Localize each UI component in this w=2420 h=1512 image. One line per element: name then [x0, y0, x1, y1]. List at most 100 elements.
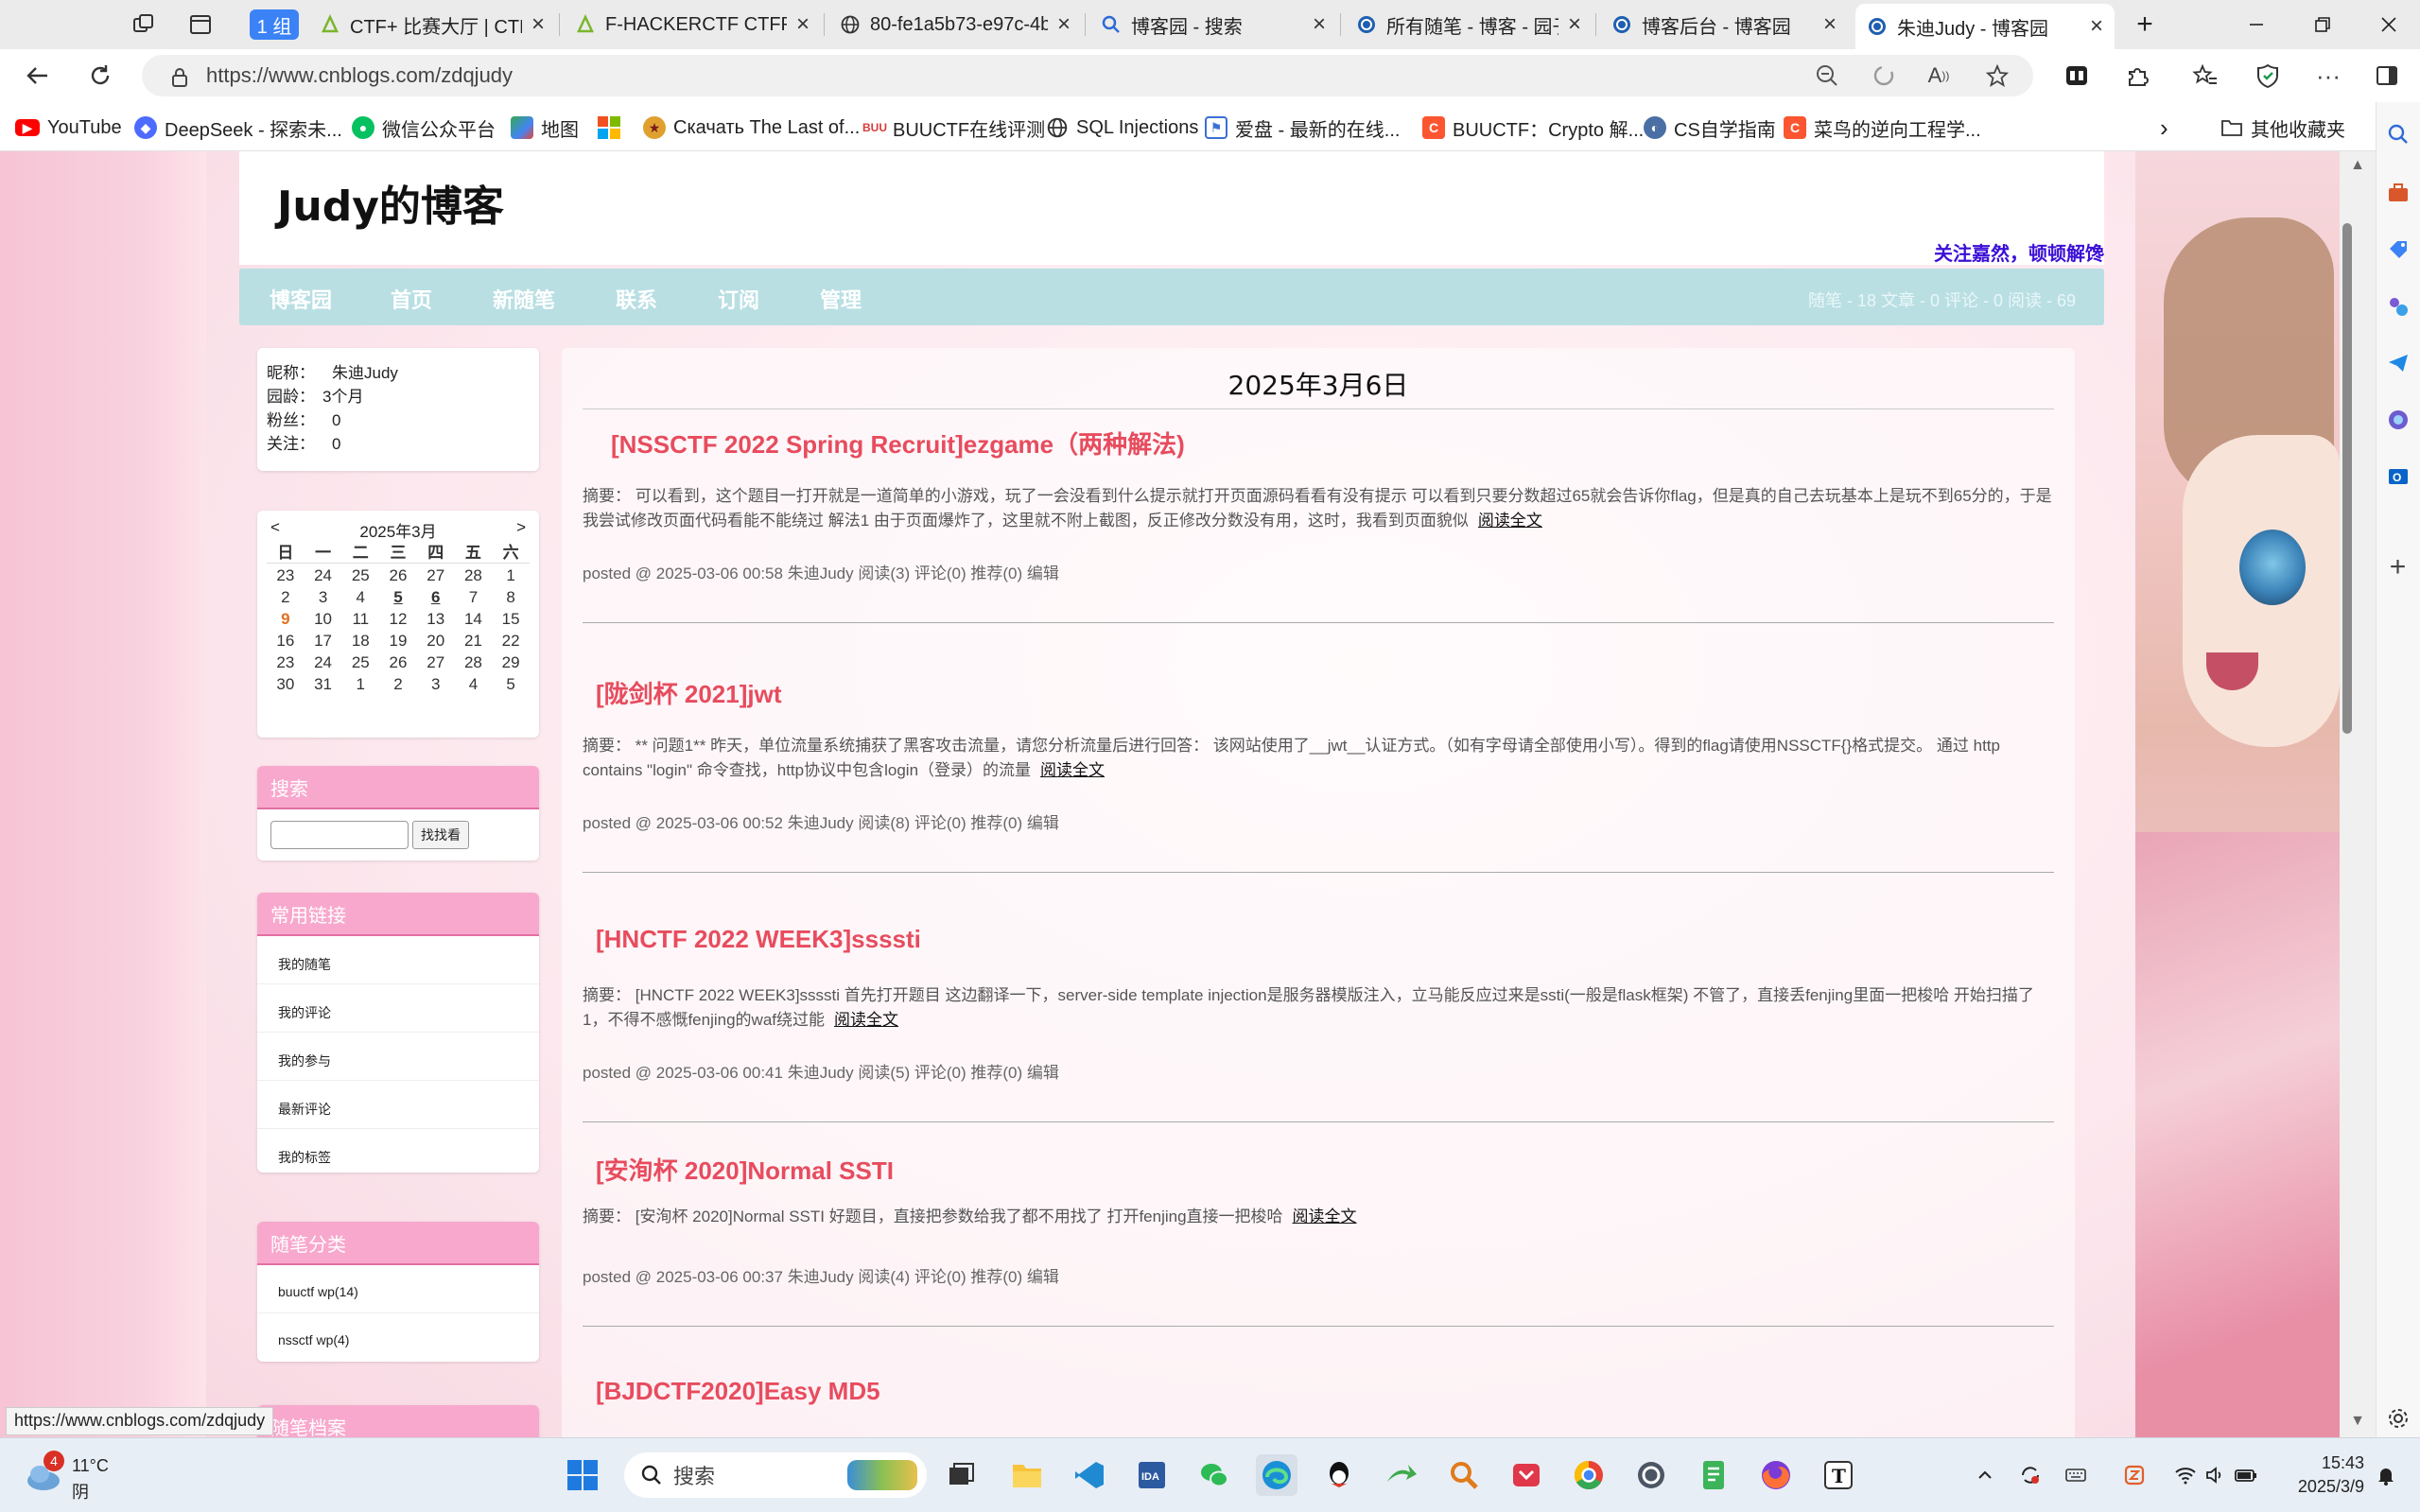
green-arrow-app-icon[interactable]: [1381, 1454, 1422, 1496]
favorite-star-icon[interactable]: [1980, 59, 2014, 93]
bookmark-map[interactable]: 地图: [511, 113, 579, 142]
notification-bell-icon[interactable]: [2370, 1454, 2402, 1496]
tab-ctfplus-lobby[interactable]: CTF+ 比赛大厅 | CTF+ ×: [308, 6, 556, 43]
tray-sync-icon[interactable]: [2014, 1454, 2046, 1496]
send-telegram-icon[interactable]: [2376, 342, 2420, 384]
read-aloud-icon[interactable]: A)): [1922, 59, 1956, 93]
new-tab-icon[interactable]: +: [2126, 9, 2164, 40]
other-bookmarks-folder[interactable]: 其他收藏夹: [2220, 113, 2345, 142]
volume-icon[interactable]: [2200, 1454, 2232, 1496]
close-tab-icon[interactable]: ×: [2090, 13, 2103, 40]
tab-cnblogs-search[interactable]: 博客园 - 搜索 ×: [1089, 6, 1337, 43]
tab-all-posts[interactable]: 所有随笔 - 博客 - 园子 ×: [1345, 6, 1593, 43]
bookmark-cs-guide[interactable]: ◐ CS自学指南: [1644, 113, 1776, 142]
games-icon[interactable]: [2376, 286, 2420, 327]
taskbar-search-box[interactable]: 搜索: [624, 1452, 927, 1498]
tab-fhackerctf[interactable]: F-HACKERCTF CTFPlus ×: [564, 6, 821, 43]
close-tab-icon[interactable]: ×: [531, 11, 545, 38]
bookmark-reverse-engineering[interactable]: C 菜鸟的逆向工程学...: [1784, 113, 1981, 142]
file-explorer-icon[interactable]: [1006, 1454, 1048, 1496]
address-bar[interactable]: https://www.cnblogs.com/zdqjudy: [142, 55, 2033, 96]
extensions-icon[interactable]: [2120, 59, 2154, 93]
nav-cnblogs[interactable]: 博客园: [270, 284, 332, 314]
close-tab-icon[interactable]: ×: [1823, 11, 1837, 38]
battery-icon[interactable]: [2230, 1454, 2262, 1496]
firefox-icon[interactable]: [1755, 1454, 1797, 1496]
scroll-up-arrow-icon[interactable]: ▲: [2340, 157, 2376, 180]
tab-group-chip[interactable]: 1 组: [250, 9, 299, 40]
green-editor-app-icon[interactable]: [1693, 1454, 1734, 1496]
link-latest-comments[interactable]: 最新评论: [278, 1100, 331, 1119]
post-title-link[interactable]: [陇剑杯 2021]jwt: [596, 675, 782, 710]
bookmark-buuctf[interactable]: BUU BUUCTF在线评测: [862, 113, 1045, 142]
qq-icon[interactable]: [1318, 1454, 1360, 1496]
nav-new-post[interactable]: 新随笔: [493, 284, 555, 314]
shopping-tag-icon[interactable]: [2376, 229, 2420, 270]
back-icon[interactable]: [21, 59, 55, 93]
tab-challenge-instance[interactable]: 80-fe1a5b73-e97c-4b1 ×: [828, 6, 1082, 43]
post-footer[interactable]: posted @ 2025-03-06 00:41 朱迪Judy 阅读(5) 评…: [583, 1059, 1059, 1083]
edge-browser-icon[interactable]: [1256, 1454, 1297, 1496]
close-tab-icon[interactable]: ×: [1313, 11, 1326, 38]
nav-subscribe[interactable]: 订阅: [718, 284, 759, 314]
post-footer[interactable]: posted @ 2025-03-06 00:58 朱迪Judy 阅读(3) 评…: [583, 560, 1059, 583]
profile-nickname-link[interactable]: 朱迪Judy: [332, 364, 398, 382]
immersive-reader-icon[interactable]: [2060, 59, 2094, 93]
chrome-icon[interactable]: [1568, 1454, 1610, 1496]
more-menu-icon[interactable]: ···: [2311, 59, 2345, 93]
vertical-scrollbar-thumb[interactable]: [2342, 223, 2352, 734]
bookmark-deepseek[interactable]: ◆ DeepSeek - 探索未...: [134, 113, 342, 142]
page-reload-shield-icon[interactable]: [1867, 59, 1901, 93]
vertical-tabs-icon[interactable]: [182, 8, 219, 42]
close-window-icon[interactable]: [2370, 9, 2408, 40]
close-tab-icon[interactable]: ×: [1568, 11, 1581, 38]
outlook-icon[interactable]: O: [2376, 456, 2420, 497]
everything-search-icon[interactable]: [1443, 1454, 1485, 1496]
steam-like-app-icon[interactable]: [1630, 1454, 1672, 1496]
read-more-link[interactable]: 阅读全文: [1040, 761, 1105, 779]
bookmarks-overflow-chevron-icon[interactable]: ›: [2160, 113, 2168, 142]
zoom-out-icon[interactable]: [1810, 59, 1844, 93]
start-windows-icon[interactable]: [562, 1454, 603, 1496]
bookmark-windows[interactable]: [598, 113, 620, 142]
post-title-link[interactable]: [HNCTF 2022 WEEK3]ssssti: [596, 925, 921, 954]
post-footer[interactable]: posted @ 2025-03-06 00:52 朱迪Judy 阅读(8) 评…: [583, 809, 1059, 833]
bookmark-buuctf-crypto[interactable]: C BUUCTF：Crypto 解...: [1422, 113, 1644, 142]
pocket-app-icon[interactable]: [1506, 1454, 1547, 1496]
calendar-next-month[interactable]: >: [516, 518, 526, 537]
bookmark-aipan[interactable]: ⚑ 爱盘 - 最新的在线...: [1205, 113, 1400, 142]
link-my-comments[interactable]: 我的评论: [278, 1003, 331, 1022]
blog-search-button[interactable]: 找找看: [412, 821, 469, 849]
link-my-participation[interactable]: 我的参与: [278, 1051, 331, 1070]
refresh-icon[interactable]: [83, 59, 117, 93]
lock-icon[interactable]: [163, 61, 197, 95]
link-my-tags[interactable]: 我的标签: [278, 1148, 331, 1167]
scroll-down-arrow-icon[interactable]: ▼: [2340, 1413, 2376, 1435]
calendar-day[interactable]: 5: [379, 588, 417, 607]
blog-title[interactable]: Judy的博客: [277, 172, 504, 233]
post-footer[interactable]: posted @ 2025-03-06 00:37 朱迪Judy 阅读(4) 评…: [583, 1263, 1059, 1287]
nav-manage[interactable]: 管理: [820, 284, 862, 314]
nav-contact[interactable]: 联系: [616, 284, 657, 314]
taskbar-clock[interactable]: 15:43 2025/3/9: [2289, 1451, 2364, 1499]
bookmark-download-site[interactable]: ★ Скачать The Last of...: [643, 113, 860, 142]
read-more-link[interactable]: 阅读全文: [1478, 512, 1542, 530]
read-more-link[interactable]: 阅读全文: [834, 1011, 898, 1029]
tools-briefcase-icon[interactable]: [2376, 172, 2420, 214]
sidebar-toggle-icon[interactable]: [2370, 59, 2404, 93]
post-title-link[interactable]: [BJDCTF2020]Easy MD5: [596, 1377, 880, 1406]
weather-widget[interactable]: 4 11°C 阴: [25, 1451, 157, 1503]
nav-home[interactable]: 首页: [391, 284, 432, 314]
tray-overflow-chevron-icon[interactable]: [1969, 1454, 2001, 1496]
category-buuctf-wp[interactable]: buuctf wp(14): [278, 1284, 358, 1299]
tray-ime-icon[interactable]: [2060, 1454, 2092, 1496]
bookmark-sql-injections[interactable]: SQL Injections: [1046, 113, 1198, 142]
profile-fans-link[interactable]: 0: [332, 411, 340, 429]
vscode-icon[interactable]: [1069, 1454, 1110, 1496]
tray-app-red-icon[interactable]: [2118, 1454, 2150, 1496]
bookmark-wechat-mp[interactable]: ● 微信公众平台: [352, 113, 496, 142]
category-nssctf-wp[interactable]: nssctf wp(4): [278, 1332, 349, 1347]
blog-search-input[interactable]: [270, 821, 409, 849]
wechat-icon[interactable]: [1193, 1454, 1235, 1496]
add-sidebar-app-icon[interactable]: +: [2376, 547, 2420, 588]
